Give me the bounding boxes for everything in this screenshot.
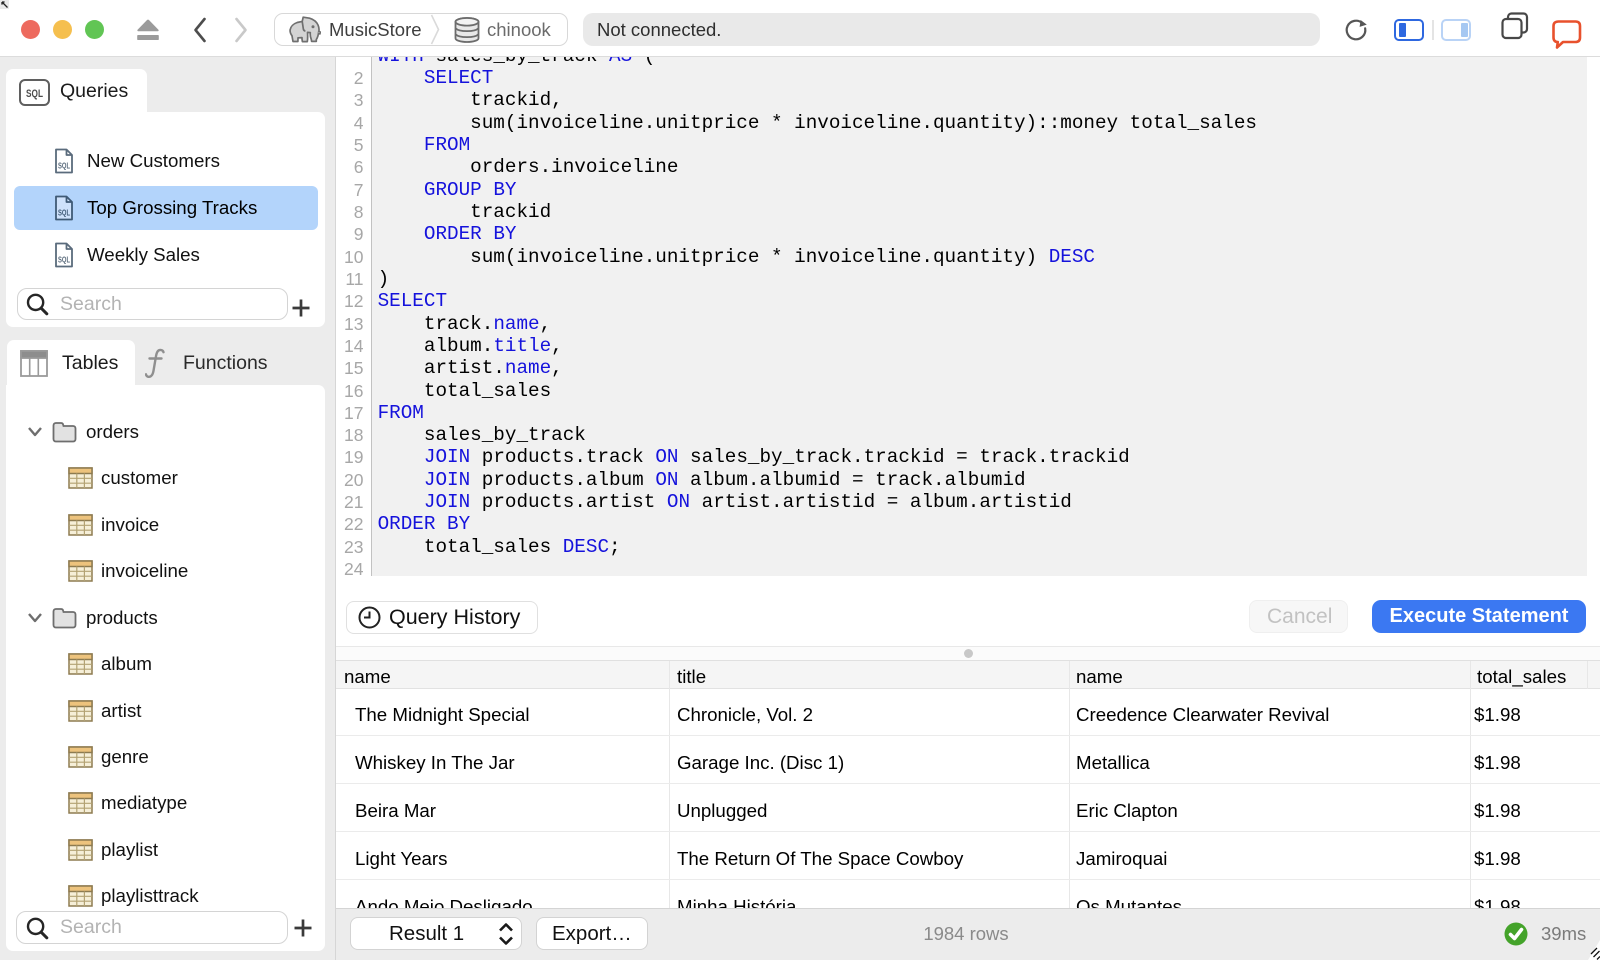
svg-text:SQL: SQL	[26, 88, 43, 100]
svg-text:SQL: SQL	[58, 254, 71, 264]
svg-text:SQL: SQL	[58, 160, 71, 170]
svg-text:SQL: SQL	[58, 207, 71, 217]
